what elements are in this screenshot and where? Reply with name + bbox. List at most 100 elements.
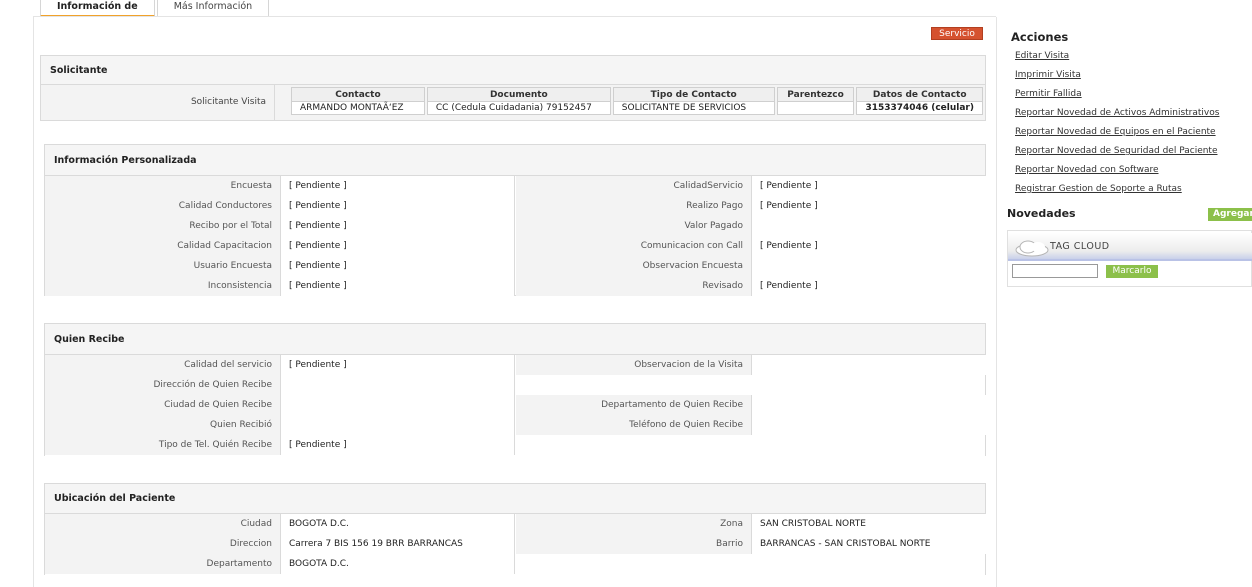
solicitante-contact-table: Contacto Documento Tipo de Contacto Pare… (289, 87, 985, 115)
field-value: [ Pendiente ] (751, 196, 986, 216)
field-value: [ Pendiente ] (751, 276, 986, 296)
field-label: Departamento (45, 554, 280, 574)
field-value: [ Pendiente ] (280, 176, 515, 196)
field-row: Valor Pagado (516, 216, 986, 236)
field-row: Ciudad BOGOTA D.C. (45, 514, 515, 534)
tag-input[interactable] (1012, 264, 1098, 278)
tag-cloud-header: TAG CLOUD (1008, 233, 1252, 261)
field-label: Teléfono de Quien Recibe (516, 415, 751, 435)
field-value: SAN CRISTOBAL NORTE (751, 514, 986, 534)
field-row: Observacion de la Visita (516, 355, 986, 375)
field-row: Barrio BARRANCAS - SAN CRISTOBAL NORTE (516, 534, 986, 554)
tag-cloud-label: TAG CLOUD (1050, 241, 1110, 252)
field-label: Recibo por el Total (45, 216, 280, 236)
field-label: Comunicacion con Call (516, 236, 751, 256)
field-label: CalidadServicio (516, 176, 751, 196)
accion-link[interactable]: Registrar Gestion de Soporte a Rutas (1015, 184, 1182, 194)
col-parentezco: Parentezco (776, 87, 855, 101)
solicitante-row: Solicitante Visita Contacto Documento Ti… (41, 85, 985, 120)
field-label: Tipo de Tel. Quién Recibe (45, 435, 280, 455)
cell-tipo-contacto: SOLICITANTE DE SERVICIOS (612, 101, 775, 115)
field-label: Observacion Encuesta (516, 256, 751, 276)
field-label: Quien Recibió (45, 415, 280, 435)
cloud-icon (1015, 240, 1049, 257)
field-label: Ciudad (45, 514, 280, 534)
field-label: Valor Pagado (516, 216, 751, 236)
col-tipo-contacto: Tipo de Contacto (612, 87, 775, 101)
field-value (280, 375, 515, 395)
field-row: Revisado[ Pendiente ] (516, 276, 986, 296)
field-label: Revisado (516, 276, 751, 296)
accion-link[interactable]: Reportar Novedad con Software (1015, 165, 1159, 175)
accion-link[interactable]: Imprimir Visita (1015, 70, 1081, 80)
tag-cloud-box: TAG CLOUD Marcarlo (1007, 230, 1252, 287)
field-value: [ Pendiente ] (751, 236, 986, 256)
marcarlo-button[interactable]: Marcarlo (1106, 265, 1158, 278)
field-row: Calidad del servicio[ Pendiente ] (45, 355, 515, 375)
accion-link[interactable]: Reportar Novedad de Activos Administrati… (1015, 108, 1219, 118)
field-row: Calidad Conductores[ Pendiente ] (45, 196, 515, 216)
novedades-title: Novedades (1007, 207, 1076, 220)
accion-link[interactable]: Editar Visita (1015, 51, 1069, 61)
field-value: [ Pendiente ] (751, 176, 986, 196)
panel-divider (996, 17, 997, 587)
cell-datos-contacto: 3153374046 (celular) (856, 101, 983, 115)
content-left-border (33, 17, 34, 587)
field-label: Calidad del servicio (45, 355, 280, 375)
field-label: Realizo Pago (516, 196, 751, 216)
field-label: Ciudad de Quien Recibe (45, 395, 280, 415)
field-value (751, 355, 986, 375)
info-personalizada-section: Información Personalizada Encuesta[ Pend… (44, 144, 986, 296)
servicio-button[interactable]: Servicio (931, 27, 983, 40)
field-row: Departamento BOGOTA D.C. (45, 554, 515, 574)
cell-parentezco (776, 101, 855, 115)
field-value: [ Pendiente ] (280, 355, 515, 375)
agregar-button[interactable]: Agregar (1208, 208, 1252, 221)
col-contacto: Contacto (291, 87, 425, 101)
field-row: Recibo por el Total[ Pendiente ] (45, 216, 515, 236)
field-row: Teléfono de Quien Recibe (516, 415, 986, 435)
field-value: Carrera 7 BIS 156 19 BRR BARRANCAS (280, 534, 515, 554)
field-value (280, 415, 515, 435)
field-value: [ Pendiente ] (280, 196, 515, 216)
field-row: Calidad Capacitacion[ Pendiente ] (45, 236, 515, 256)
field-label: Inconsistencia (45, 276, 280, 296)
field-row: Observacion Encuesta (516, 256, 986, 276)
section-title-quien-recibe: Quien Recibe (45, 324, 985, 355)
field-row: Dirección de Quien Recibe (45, 375, 515, 395)
section-title-solicitante: Solicitante (41, 56, 985, 85)
field-value (280, 395, 515, 415)
field-value: [ Pendiente ] (280, 435, 515, 455)
field-label: Encuesta (45, 176, 280, 196)
field-value: [ Pendiente ] (280, 256, 515, 276)
field-row: Inconsistencia[ Pendiente ] (45, 276, 515, 296)
field-label: Dirección de Quien Recibe (45, 375, 280, 395)
field-label: Departamento de Quien Recibe (516, 395, 751, 415)
ubicacion-section: Ubicación del Paciente Ciudad BOGOTA D.C.… (44, 483, 986, 575)
col-documento: Documento (426, 87, 611, 101)
tab-mas-informacion[interactable]: Más Información (156, 0, 270, 17)
field-value: [ Pendiente ] (280, 236, 515, 256)
field-label: Calidad Capacitacion (45, 236, 280, 256)
solicitante-section: Solicitante Solicitante Visita Contacto … (40, 55, 986, 121)
tab-informacion[interactable]: Información de (40, 0, 155, 17)
field-row: Usuario Encuesta[ Pendiente ] (45, 256, 515, 276)
accion-link[interactable]: Permitir Fallida (1015, 89, 1082, 99)
field-value (751, 395, 986, 415)
cell-contacto: ARMANDO MONTAÃ‘EZ (291, 101, 425, 115)
section-title-ubicacion: Ubicación del Paciente (45, 484, 985, 514)
field-label: Observacion de la Visita (516, 355, 751, 375)
field-value: BARRANCAS - SAN CRISTOBAL NORTE (751, 534, 986, 554)
col-datos-contacto: Datos de Contacto (856, 87, 983, 101)
field-row: Zona SAN CRISTOBAL NORTE (516, 514, 986, 534)
field-label: Calidad Conductores (45, 196, 280, 216)
accion-link[interactable]: Reportar Novedad de Seguridad del Pacien… (1015, 146, 1218, 156)
accion-link[interactable]: Reportar Novedad de Equipos en el Pacien… (1015, 127, 1216, 137)
field-value: BOGOTA D.C. (280, 514, 515, 534)
field-row: Encuesta[ Pendiente ] (45, 176, 515, 196)
field-value (751, 216, 986, 236)
field-label: Barrio (516, 534, 751, 554)
field-row: Ciudad de Quien Recibe (45, 395, 515, 415)
field-row: Tipo de Tel. Quién Recibe[ Pendiente ] (45, 435, 515, 455)
content-top-border (33, 16, 996, 17)
